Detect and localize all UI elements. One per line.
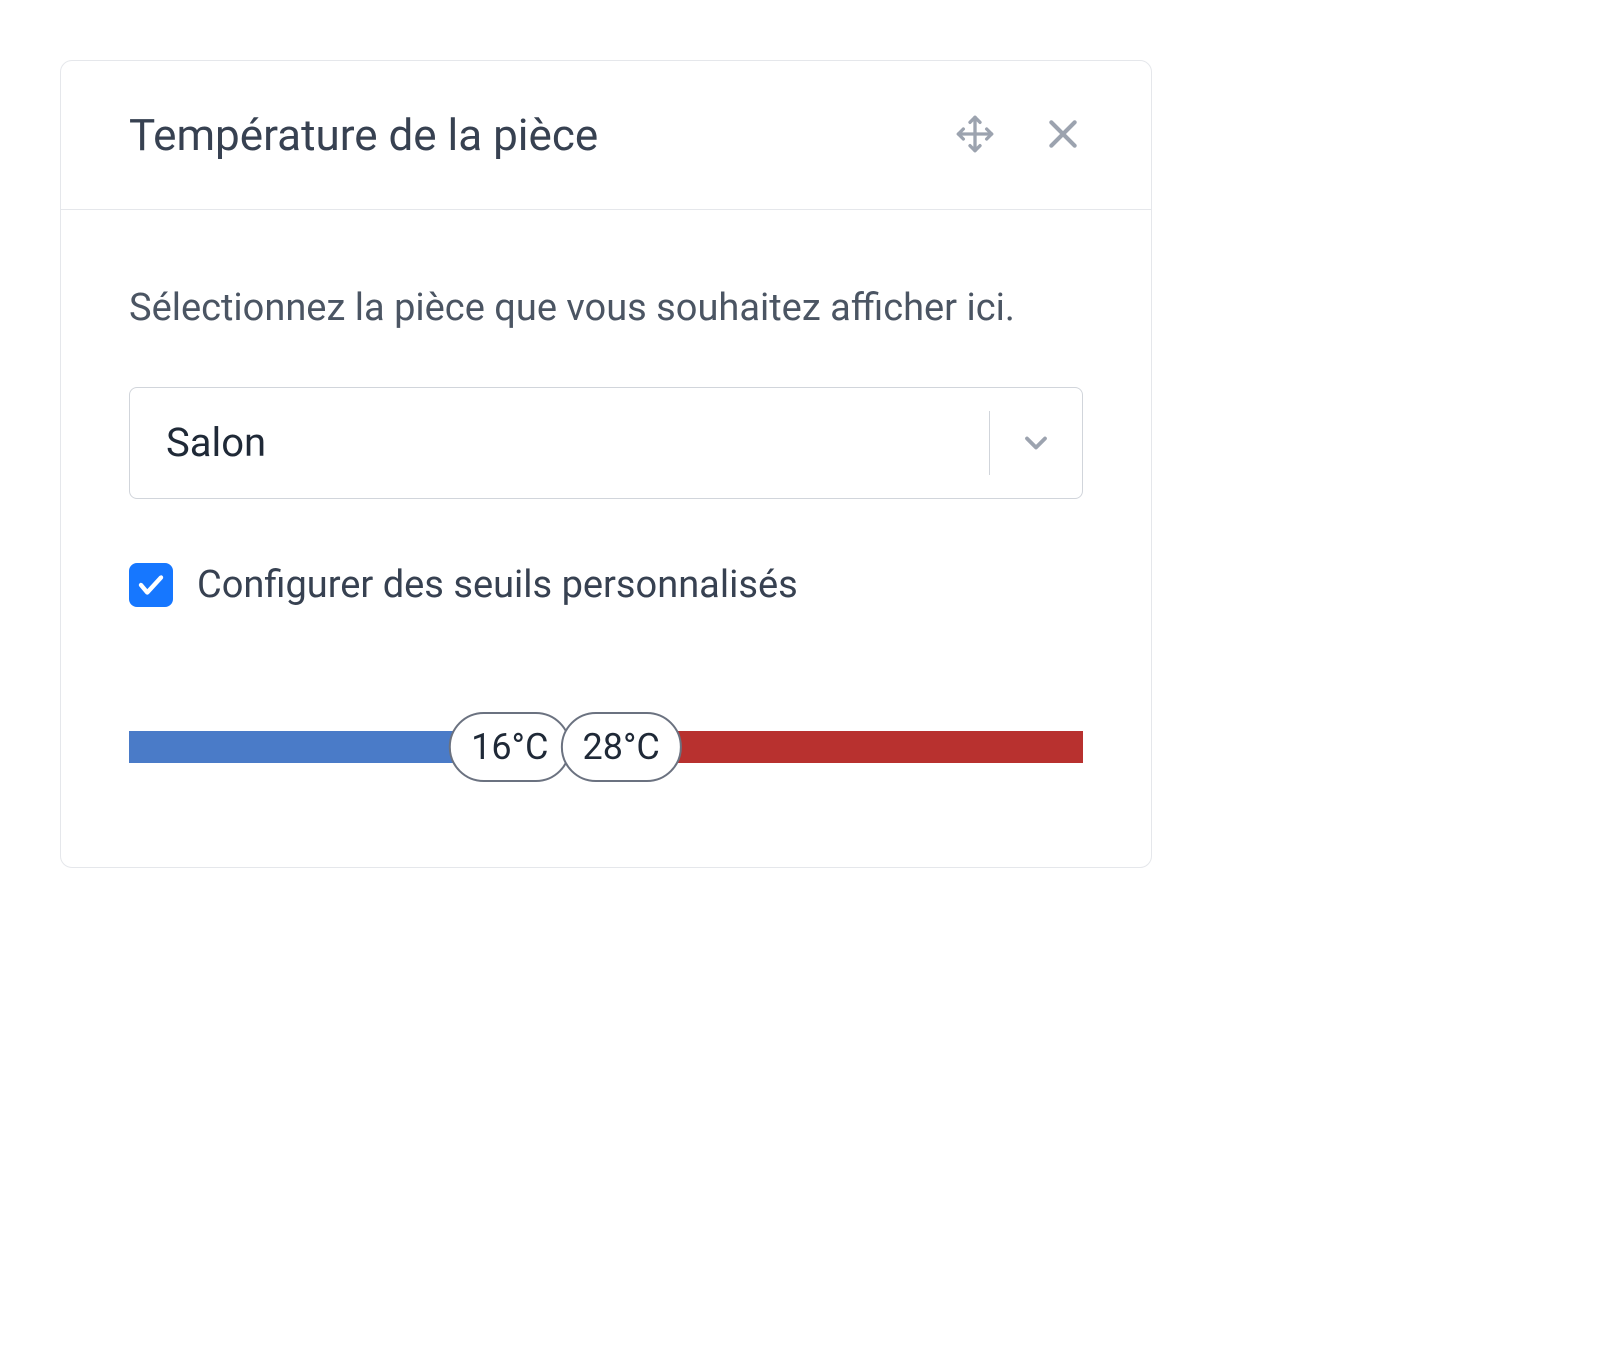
room-select-value: Salon xyxy=(166,419,961,466)
checkbox-label: Configurer des seuils personnalisés xyxy=(197,563,798,607)
card-body: Sélectionnez la pièce que vous souhaitez… xyxy=(61,210,1151,867)
checkbox-checked xyxy=(129,563,173,607)
card-header: Température de la pièce xyxy=(61,61,1151,210)
chevron-down-icon xyxy=(1018,425,1054,461)
close-button[interactable] xyxy=(1043,114,1083,157)
move-icon xyxy=(955,114,995,157)
card-title: Température de la pièce xyxy=(129,109,598,161)
header-actions xyxy=(955,114,1083,157)
threshold-high-handle[interactable]: 28°C xyxy=(560,712,681,782)
select-separator xyxy=(989,411,990,475)
close-icon xyxy=(1043,114,1083,157)
threshold-low-handle[interactable]: 16°C xyxy=(449,712,570,782)
move-button[interactable] xyxy=(955,114,995,157)
threshold-slider[interactable]: 16°C 28°C xyxy=(129,707,1083,787)
custom-thresholds-toggle[interactable]: Configurer des seuils personnalisés xyxy=(129,563,1083,607)
instruction-text: Sélectionnez la pièce que vous souhaitez… xyxy=(129,278,1083,339)
room-select[interactable]: Salon xyxy=(129,387,1083,499)
room-temperature-card: Température de la pièce xyxy=(60,60,1152,868)
